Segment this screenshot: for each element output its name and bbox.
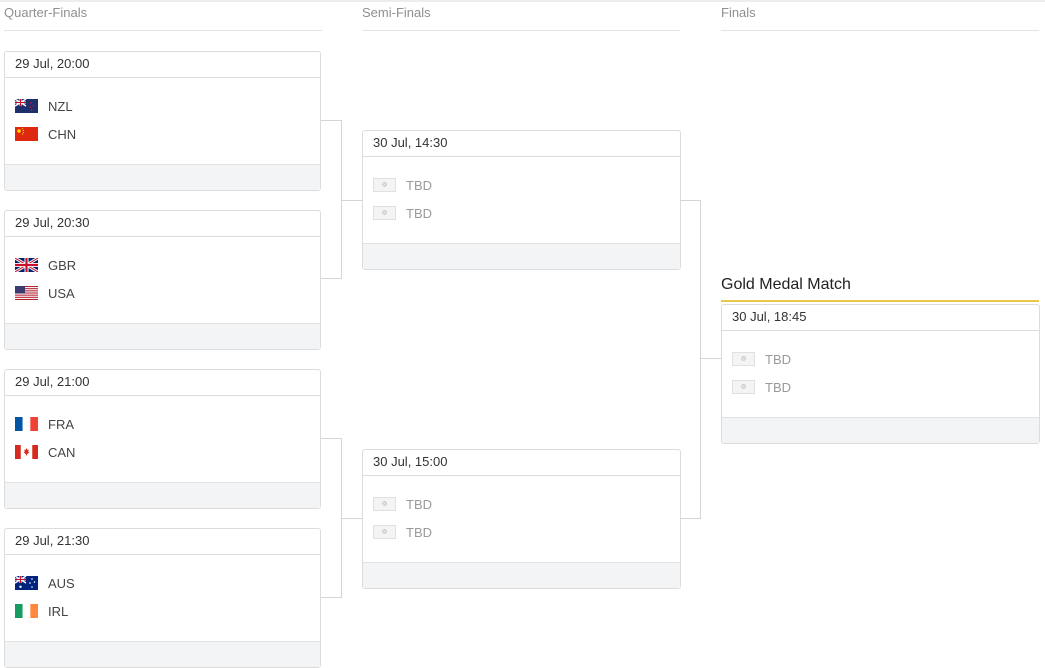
bracket-connector <box>321 120 342 279</box>
team-row[interactable]: ◎ TBD <box>732 379 791 395</box>
irl-flag-icon <box>15 604 38 618</box>
bracket-connector-stub <box>701 358 721 359</box>
team-code: TBD <box>406 524 432 540</box>
team-row[interactable]: NZL <box>15 98 73 114</box>
match-card-sf1[interactable]: 30 Jul, 14:30 ◎ TBD ◎ TBD <box>362 130 681 270</box>
team-code: TBD <box>406 205 432 221</box>
match-date: 29 Jul, 20:00 <box>5 52 320 78</box>
team-row[interactable]: ◎ TBD <box>373 177 432 193</box>
bracket-connector-stub <box>342 200 362 201</box>
match-date: 30 Jul, 18:45 <box>722 305 1039 331</box>
team-row[interactable]: ◎ TBD <box>732 351 791 367</box>
match-card-sf2[interactable]: 30 Jul, 15:00 ◎ TBD ◎ TBD <box>362 449 681 589</box>
team-row[interactable]: ◎ TBD <box>373 205 432 221</box>
round-header-semi-finals: Semi-Finals <box>362 5 680 31</box>
team-code: CHN <box>48 126 77 142</box>
round-header-quarter-finals: Quarter-Finals <box>4 5 322 31</box>
match-card-final[interactable]: 30 Jul, 18:45 ◎ TBD ◎ TBD <box>721 304 1040 444</box>
match-footer <box>5 164 320 190</box>
gbr-flag-icon <box>15 258 38 272</box>
team-code: TBD <box>406 496 432 512</box>
team-code: AUS <box>48 575 75 591</box>
match-teams: GBR USA <box>5 237 320 323</box>
placeholder-flag-icon: ◎ <box>373 497 396 511</box>
team-row[interactable]: AUS <box>15 575 75 591</box>
match-card-qf1[interactable]: 29 Jul, 20:00 NZL CHN <box>4 51 321 191</box>
chn-flag-icon <box>15 127 38 141</box>
fra-flag-icon <box>15 417 38 431</box>
match-footer <box>5 482 320 508</box>
match-teams: ◎ TBD ◎ TBD <box>363 476 680 562</box>
round-header-finals: Finals <box>721 5 1039 31</box>
can-flag-icon <box>15 445 38 459</box>
match-date: 30 Jul, 14:30 <box>363 131 680 157</box>
team-code: TBD <box>406 177 432 193</box>
match-footer <box>5 323 320 349</box>
team-row[interactable]: FRA <box>15 416 74 432</box>
team-code: CAN <box>48 444 76 460</box>
match-teams: FRA CAN <box>5 396 320 482</box>
nzl-flag-icon <box>15 99 38 113</box>
team-code: GBR <box>48 257 77 273</box>
match-card-qf3[interactable]: 29 Jul, 21:00 FRA CAN <box>4 369 321 509</box>
match-footer <box>722 417 1039 443</box>
top-divider <box>0 0 1045 2</box>
team-code: IRL <box>48 603 69 619</box>
match-teams: NZL CHN <box>5 78 320 164</box>
placeholder-flag-icon: ◎ <box>732 380 755 394</box>
bracket-connector <box>321 438 342 598</box>
match-card-qf4[interactable]: 29 Jul, 21:30 AUS IRL <box>4 528 321 668</box>
placeholder-flag-icon: ◎ <box>373 525 396 539</box>
match-date: 29 Jul, 21:30 <box>5 529 320 555</box>
match-date: 29 Jul, 20:30 <box>5 211 320 237</box>
team-row[interactable]: CHN <box>15 126 76 142</box>
bracket-connector <box>680 200 701 519</box>
usa-flag-icon <box>15 286 38 300</box>
team-row[interactable]: ◎ TBD <box>373 524 432 540</box>
team-row[interactable]: ◎ TBD <box>373 496 432 512</box>
match-date: 29 Jul, 21:00 <box>5 370 320 396</box>
match-footer <box>5 641 320 667</box>
match-card-qf2[interactable]: 29 Jul, 20:30 GBR USA <box>4 210 321 350</box>
placeholder-flag-icon: ◎ <box>373 178 396 192</box>
bracket-connector-stub <box>342 518 362 519</box>
match-footer <box>363 562 680 588</box>
team-row[interactable]: IRL <box>15 603 68 619</box>
team-code: FRA <box>48 416 74 432</box>
team-code: TBD <box>765 379 791 395</box>
gold-medal-match-title: Gold Medal Match <box>721 276 1039 302</box>
match-teams: AUS IRL <box>5 555 320 641</box>
placeholder-flag-icon: ◎ <box>732 352 755 366</box>
placeholder-flag-icon: ◎ <box>373 206 396 220</box>
team-code: TBD <box>765 351 791 367</box>
aus-flag-icon <box>15 576 38 590</box>
team-code: NZL <box>48 98 73 114</box>
team-code: USA <box>48 285 75 301</box>
team-row[interactable]: USA <box>15 285 75 301</box>
team-row[interactable]: GBR <box>15 257 76 273</box>
match-teams: ◎ TBD ◎ TBD <box>722 331 1039 417</box>
match-teams: ◎ TBD ◎ TBD <box>363 157 680 243</box>
team-row[interactable]: CAN <box>15 444 75 460</box>
match-date: 30 Jul, 15:00 <box>363 450 680 476</box>
match-footer <box>363 243 680 269</box>
